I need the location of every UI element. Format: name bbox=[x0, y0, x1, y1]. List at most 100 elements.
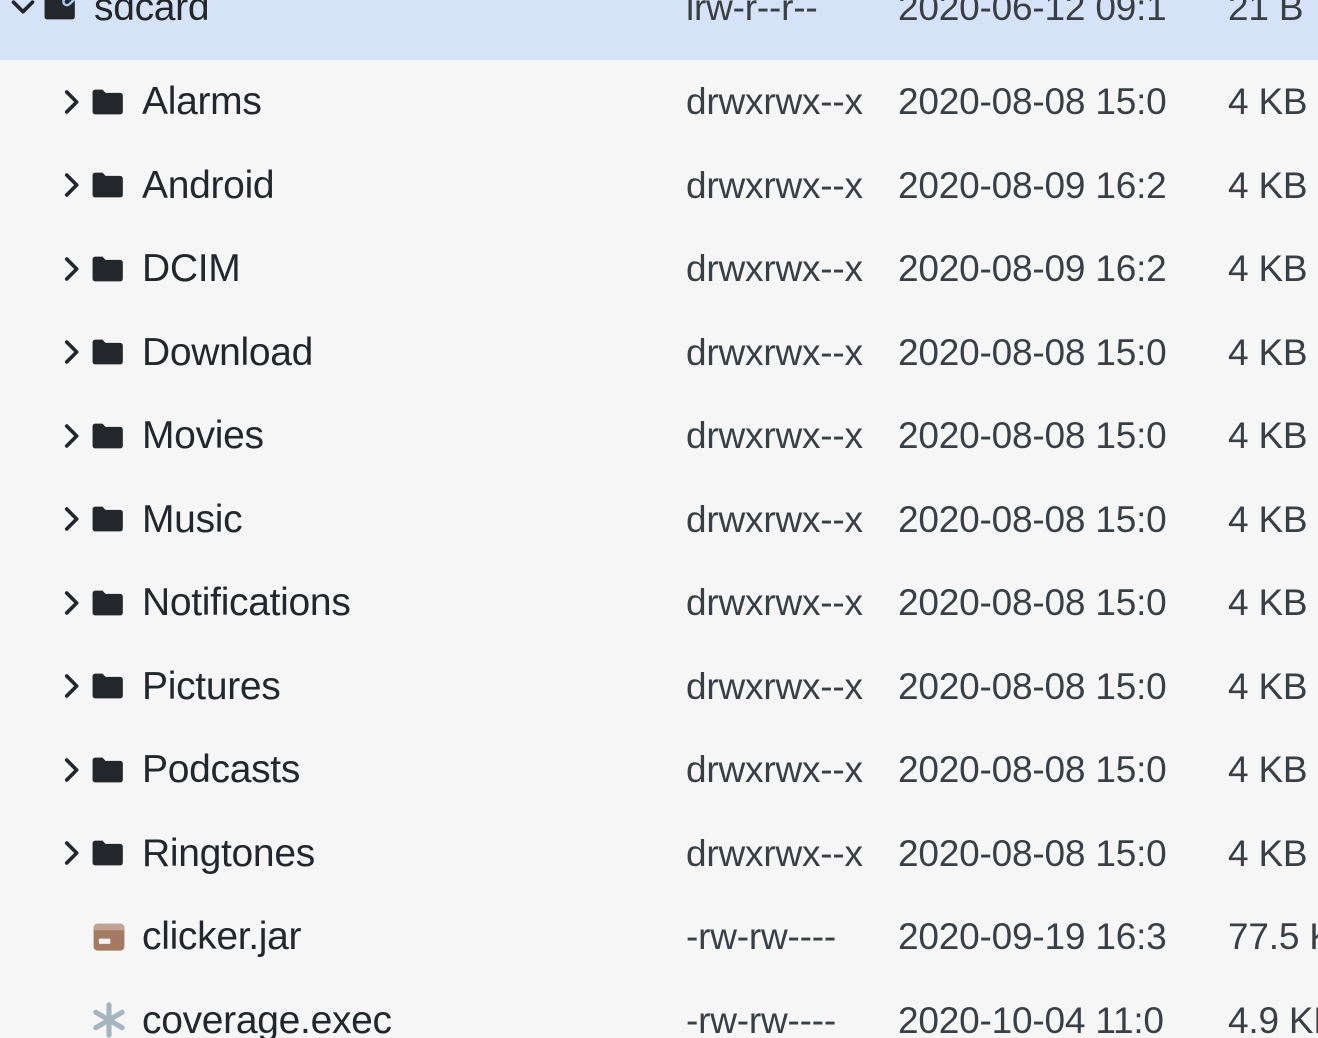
date-text: 2020-08-08 15:0 bbox=[898, 331, 1167, 373]
name-cell: DCIM bbox=[0, 227, 686, 311]
date-text: 2020-08-08 15:0 bbox=[898, 81, 1167, 123]
chevron-right-icon[interactable] bbox=[54, 394, 88, 478]
size-text: 4 KB bbox=[1228, 749, 1308, 791]
tree-row[interactable]: Download drwxrwx--x 2020-08-08 15:0 4 KB bbox=[0, 310, 1318, 395]
date-cell: 2020-08-08 15:0 bbox=[898, 561, 1213, 645]
date-text: 2020-08-08 15:0 bbox=[898, 582, 1167, 624]
size-text: 4 KB bbox=[1228, 164, 1308, 206]
row-label: Alarms bbox=[142, 80, 262, 124]
chevron-right-icon[interactable] bbox=[54, 645, 88, 729]
permissions-text: -rw-rw---- bbox=[686, 999, 837, 1038]
permissions-cell: drwxrwx--x bbox=[686, 144, 888, 228]
size-text: 4 KB bbox=[1228, 498, 1308, 540]
size-cell: 4 KB bbox=[1228, 728, 1318, 812]
folder-icon bbox=[88, 645, 130, 729]
chevron-right-icon[interactable] bbox=[54, 478, 88, 562]
date-cell: 2020-08-09 16:2 bbox=[898, 144, 1213, 228]
permissions-text: drwxrwx--x bbox=[686, 582, 863, 624]
permissions-text: drwxrwx--x bbox=[686, 498, 863, 540]
date-cell: 2020-08-08 15:0 bbox=[898, 60, 1213, 144]
permissions-cell: drwxrwx--x bbox=[686, 728, 888, 812]
permissions-text: drwxrwx--x bbox=[686, 832, 863, 874]
size-cell: 4 KB bbox=[1228, 144, 1318, 228]
folder-icon bbox=[88, 60, 130, 144]
size-text: 4 KB bbox=[1228, 832, 1308, 874]
name-cell: Android bbox=[0, 144, 686, 228]
tree-row[interactable]: Music drwxrwx--x 2020-08-08 15:0 4 KB bbox=[0, 477, 1318, 562]
date-cell: 2020-08-08 15:0 bbox=[898, 812, 1213, 896]
folder-icon bbox=[88, 227, 130, 311]
chevron-right-icon[interactable] bbox=[54, 311, 88, 395]
name-cell: Pictures bbox=[0, 645, 686, 729]
tree-row[interactable]: Pictures drwxrwx--x 2020-08-08 15:0 4 KB bbox=[0, 644, 1318, 729]
chevron-right-icon[interactable] bbox=[54, 60, 88, 144]
chevron-down-icon[interactable] bbox=[6, 0, 40, 37]
name-cell: Podcasts bbox=[0, 728, 686, 812]
size-text: 4 KB bbox=[1228, 415, 1308, 457]
permissions-cell: drwxrwx--x bbox=[686, 561, 888, 645]
name-cell: Ringtones bbox=[0, 812, 686, 896]
date-text: 2020-08-09 16:2 bbox=[898, 164, 1167, 206]
row-label: sdcard bbox=[94, 0, 210, 29]
size-cell: 4 KB bbox=[1228, 561, 1318, 645]
date-text: 2020-06-12 09:1 bbox=[898, 0, 1167, 28]
tree-row[interactable]: DCIM drwxrwx--x 2020-08-09 16:2 4 KB bbox=[0, 227, 1318, 311]
permissions-cell: -rw-rw---- bbox=[686, 979, 888, 1038]
date-text: 2020-10-04 11:0 bbox=[898, 999, 1164, 1038]
permissions-cell: drwxrwx--x bbox=[686, 60, 888, 144]
tree-row[interactable]: Android drwxrwx--x 2020-08-09 16:2 4 KB bbox=[0, 143, 1318, 228]
permissions-cell: drwxrwx--x bbox=[686, 227, 888, 311]
folder-icon bbox=[88, 394, 130, 478]
permissions-cell: -rw-rw---- bbox=[686, 895, 888, 979]
tree-row[interactable]: Ringtones drwxrwx--x 2020-08-08 15:0 4 KB bbox=[0, 811, 1318, 896]
date-cell: 2020-10-04 11:0 bbox=[898, 979, 1213, 1038]
tree-row[interactable]: Alarms drwxrwx--x 2020-08-08 15:0 4 KB bbox=[0, 60, 1318, 144]
permissions-cell: drwxrwx--x bbox=[686, 394, 888, 478]
folder-icon bbox=[88, 478, 130, 562]
tree-row[interactable]: Movies drwxrwx--x 2020-08-08 15:0 4 KB bbox=[0, 394, 1318, 478]
permissions-cell: drwxrwx--x bbox=[686, 812, 888, 896]
tree-row[interactable]: Notifications drwxrwx--x 2020-08-08 15:0 4 … bbox=[0, 561, 1318, 645]
date-text: 2020-08-08 15:0 bbox=[898, 749, 1167, 791]
folder-icon bbox=[88, 311, 130, 395]
name-cell: Notifications bbox=[0, 561, 686, 645]
size-text: 4.9 KB bbox=[1228, 999, 1318, 1038]
size-cell: 4 KB bbox=[1228, 478, 1318, 562]
chevron-right-icon[interactable] bbox=[54, 561, 88, 645]
chevron-right-icon[interactable] bbox=[54, 227, 88, 311]
tree-row[interactable]: sdcard lrw-r--r-- 2020-06-12 09:1 21 B bbox=[0, 0, 1318, 60]
size-text: 4 KB bbox=[1228, 331, 1308, 373]
date-cell: 2020-08-08 15:0 bbox=[898, 394, 1213, 478]
row-label: Download bbox=[142, 330, 314, 374]
tree-row[interactable]: Podcasts drwxrwx--x 2020-08-08 15:0 4 KB bbox=[0, 728, 1318, 812]
name-cell: Movies bbox=[0, 394, 686, 478]
name-cell: clicker.jar bbox=[0, 895, 686, 979]
permissions-cell: drwxrwx--x bbox=[686, 645, 888, 729]
size-cell: 4 KB bbox=[1228, 311, 1318, 395]
chevron-right-icon[interactable] bbox=[54, 144, 88, 228]
size-text: 4 KB bbox=[1228, 665, 1308, 707]
size-cell: 77.5 KB bbox=[1228, 895, 1318, 979]
chevron-right-icon[interactable] bbox=[54, 812, 88, 896]
date-cell: 2020-08-08 15:0 bbox=[898, 478, 1213, 562]
name-cell: coverage.exec bbox=[0, 979, 686, 1038]
date-cell: 2020-08-08 15:0 bbox=[898, 728, 1213, 812]
tree-row[interactable]: coverage.exec -rw-rw---- 2020-10-04 11:0 4.… bbox=[0, 978, 1318, 1038]
chevron-right-icon[interactable] bbox=[54, 728, 88, 812]
permissions-text: drwxrwx--x bbox=[686, 248, 863, 290]
row-label: Movies bbox=[142, 414, 264, 458]
date-text: 2020-09-19 16:3 bbox=[898, 916, 1167, 958]
size-cell: 4 KB bbox=[1228, 394, 1318, 478]
tree-row[interactable]: clicker.jar -rw-rw---- 2020-09-19 16:3 77.5… bbox=[0, 895, 1318, 979]
row-label: Android bbox=[142, 163, 275, 207]
file-tree[interactable]: sdcard lrw-r--r-- 2020-06-12 09:1 21 B Alarm… bbox=[0, 0, 1318, 1038]
archive-file-icon bbox=[88, 895, 130, 979]
permissions-text: drwxrwx--x bbox=[686, 749, 863, 791]
size-text: 4 KB bbox=[1228, 582, 1308, 624]
size-cell: 4 KB bbox=[1228, 645, 1318, 729]
name-cell: Music bbox=[0, 478, 686, 562]
date-cell: 2020-08-08 15:0 bbox=[898, 311, 1213, 395]
date-cell: 2020-08-08 15:0 bbox=[898, 645, 1213, 729]
size-text: 21 B bbox=[1228, 0, 1304, 28]
folder-icon bbox=[88, 144, 130, 228]
